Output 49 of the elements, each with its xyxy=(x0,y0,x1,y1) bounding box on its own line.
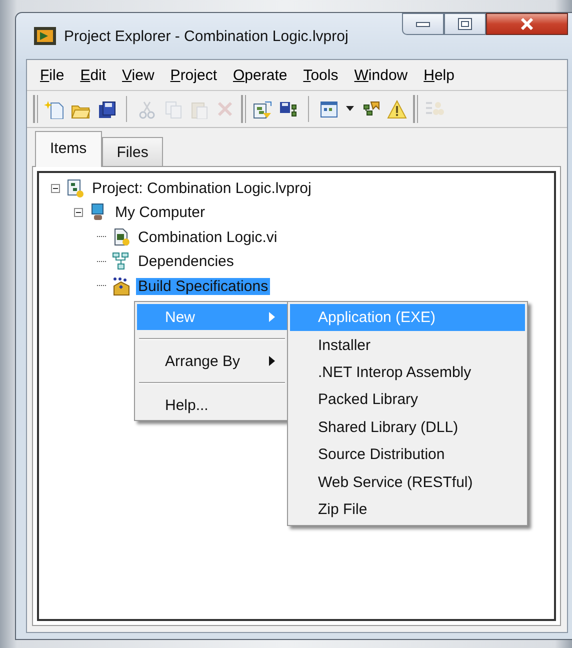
view-icon[interactable] xyxy=(319,99,339,119)
tree-item[interactable]: Build Specifications xyxy=(136,278,270,295)
menu-item[interactable]: Arrange By xyxy=(137,348,287,374)
vi-file-icon xyxy=(112,228,130,247)
minimize-button[interactable] xyxy=(402,13,444,35)
build-box-icon xyxy=(112,276,130,296)
menu-item[interactable]: Operate xyxy=(225,64,296,86)
close-button[interactable] xyxy=(486,13,568,35)
menu-item[interactable]: Source Distribution xyxy=(290,440,525,468)
menu-item[interactable]: Packed Library xyxy=(290,386,525,414)
menu-item[interactable]: Installer xyxy=(290,331,525,359)
menu-item[interactable]: File xyxy=(32,64,72,86)
collapse-icon[interactable] xyxy=(51,184,60,193)
menu-item[interactable]: Shared Library (DLL) xyxy=(290,414,525,441)
tree-item[interactable]: Project: Combination Logic.lvproj xyxy=(90,180,314,197)
menu-item[interactable]: Web Service (RESTful) xyxy=(290,468,525,496)
menu-item[interactable]: Tools xyxy=(295,64,346,86)
maximize-icon xyxy=(458,18,472,30)
submenu-arrow-icon xyxy=(269,312,275,322)
menu-item[interactable]: View xyxy=(114,64,162,86)
submenu-arrow-icon xyxy=(269,356,275,366)
menu-item[interactable]: Project xyxy=(162,64,225,86)
collapse-icon[interactable] xyxy=(74,208,83,218)
menu-item[interactable]: Help xyxy=(416,64,462,86)
floppy-disk-icon[interactable] xyxy=(96,99,116,119)
new-file-icon[interactable] xyxy=(44,99,64,119)
tree-item[interactable]: Combination Logic.vi xyxy=(136,228,280,246)
menu-item[interactable]: Edit xyxy=(72,64,114,86)
tree-item[interactable]: My Computer xyxy=(113,204,208,222)
menu-item[interactable]: .NET Interop Assembly xyxy=(290,358,525,386)
close-icon xyxy=(520,18,534,30)
tab[interactable]: Items xyxy=(35,131,102,167)
minimize-icon xyxy=(416,20,430,28)
warning-icon[interactable] xyxy=(387,99,407,119)
menu-item[interactable]: Zip File xyxy=(290,496,525,524)
menu-item[interactable]: Window xyxy=(346,64,416,86)
maximize-button[interactable] xyxy=(444,13,486,35)
tree-item[interactable]: Dependencies xyxy=(136,253,236,270)
build-icon[interactable] xyxy=(252,99,272,119)
window-title: Project Explorer - Combination Logic.lvproj xyxy=(64,28,350,44)
toolbar-grip[interactable] xyxy=(33,95,38,123)
save-hierarchy-icon[interactable] xyxy=(278,99,298,119)
app-logo-icon xyxy=(34,27,56,45)
menu-item[interactable]: Help... xyxy=(137,392,287,418)
dependencies-icon xyxy=(112,252,130,272)
project-icon xyxy=(66,178,84,198)
toolbar-grip[interactable] xyxy=(241,95,246,123)
toolbar-grip[interactable] xyxy=(413,95,418,123)
tab[interactable]: Files xyxy=(102,137,164,166)
